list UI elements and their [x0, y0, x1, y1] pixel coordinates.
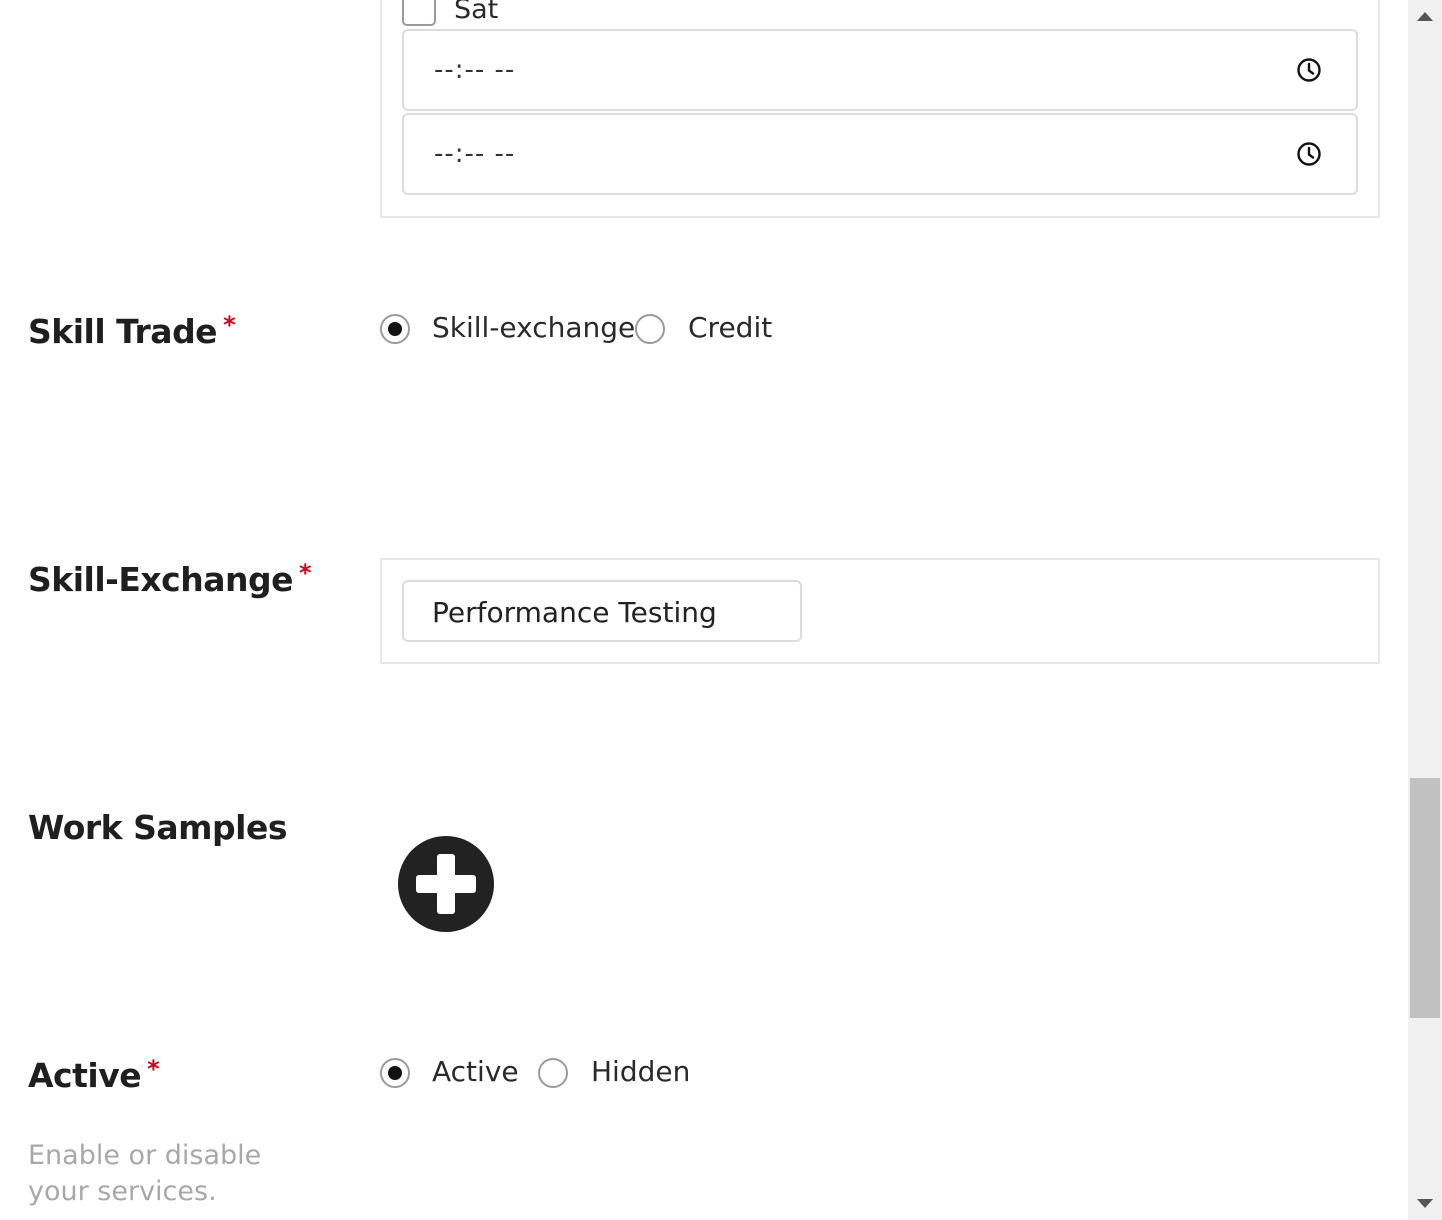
scrollbar-thumb[interactable] — [1410, 778, 1440, 1018]
plus-circle-icon[interactable] — [398, 836, 494, 932]
clock-icon[interactable] — [1296, 57, 1322, 83]
skill-trade-label: Skill Trade * — [28, 311, 236, 351]
active-radio[interactable] — [380, 1058, 410, 1088]
active-help-line-1: Enable or disable — [28, 1140, 262, 1171]
skill-exchange-label: Skill-Exchange * — [28, 559, 312, 599]
active-label: Active * — [28, 1055, 160, 1095]
active-help-line-2: your services. — [28, 1176, 217, 1207]
skill-exchange-radio[interactable] — [380, 314, 410, 344]
required-marker: * — [147, 1055, 160, 1083]
credit-radio[interactable] — [635, 314, 665, 344]
skill-exchange-radio-label[interactable]: Skill-exchange — [432, 311, 635, 344]
vertical-scrollbar[interactable] — [1408, 0, 1442, 1220]
active-label-text: Active — [28, 1056, 142, 1095]
required-marker: * — [223, 311, 236, 339]
day-checkbox-sat[interactable] — [402, 0, 436, 26]
day-label-sat: Sat — [454, 0, 499, 25]
credit-radio-label[interactable]: Credit — [688, 311, 772, 344]
active-help-text: Enable or disable your services. — [28, 1138, 288, 1210]
clock-icon[interactable] — [1296, 141, 1322, 167]
hidden-radio-label[interactable]: Hidden — [591, 1055, 690, 1088]
active-radio-label[interactable]: Active — [432, 1055, 519, 1088]
plus-vertical-bar — [437, 854, 455, 914]
skill-exchange-input[interactable]: Performance Testing — [402, 580, 802, 642]
skill-trade-label-text: Skill Trade — [28, 312, 218, 351]
skill-exchange-label-text: Skill-Exchange — [28, 560, 294, 599]
scroll-down-arrow-icon[interactable] — [1417, 1199, 1433, 1208]
required-marker: * — [299, 559, 312, 587]
end-time-input[interactable]: --:-- -- — [402, 113, 1358, 195]
start-time-value: --:-- -- — [434, 55, 516, 85]
end-time-value: --:-- -- — [434, 139, 516, 169]
start-time-input[interactable]: --:-- -- — [402, 29, 1358, 111]
hidden-radio[interactable] — [538, 1058, 568, 1088]
work-samples-label: Work Samples — [28, 808, 287, 847]
scroll-up-arrow-icon[interactable] — [1417, 12, 1433, 21]
